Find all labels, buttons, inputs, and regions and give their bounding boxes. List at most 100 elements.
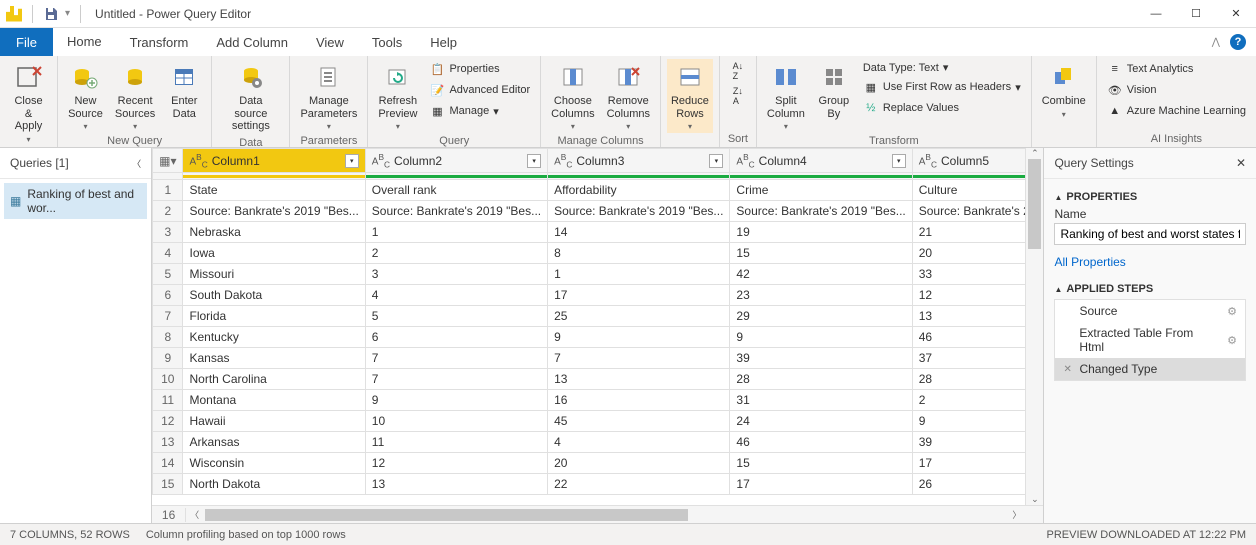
column-header[interactable]: ABCColumn5 bbox=[912, 149, 1043, 173]
table-cell[interactable]: 7 bbox=[548, 348, 730, 369]
step-gear-icon[interactable]: ⚙ bbox=[1227, 334, 1237, 347]
table-cell[interactable]: 13 bbox=[365, 474, 547, 495]
table-row[interactable]: 13Arkansas1144639 bbox=[153, 432, 1043, 453]
table-cell[interactable]: Culture bbox=[912, 180, 1043, 201]
step-delete-icon[interactable]: ✕ bbox=[1063, 364, 1073, 375]
table-cell[interactable]: 17 bbox=[548, 285, 730, 306]
table-cell[interactable]: South Dakota bbox=[183, 285, 365, 306]
table-cell[interactable]: 9 bbox=[730, 327, 912, 348]
replace-values-button[interactable]: ½Replace Values bbox=[859, 98, 1025, 118]
table-cell[interactable]: 39 bbox=[730, 348, 912, 369]
table-cell[interactable]: 14 bbox=[548, 222, 730, 243]
properties-button[interactable]: 📋Properties bbox=[425, 59, 534, 79]
data-type-button[interactable]: Data Type: Text ▾ bbox=[859, 59, 1025, 76]
table-row[interactable]: 11Montana916312 bbox=[153, 390, 1043, 411]
manage-button[interactable]: ▦Manage ▾ bbox=[425, 101, 534, 121]
table-row[interactable]: 15North Dakota13221726 bbox=[153, 474, 1043, 495]
manage-parameters-button[interactable]: Manage Parameters▾ bbox=[296, 59, 361, 133]
table-cell[interactable]: 46 bbox=[730, 432, 912, 453]
sort-desc-button[interactable]: Z↓A bbox=[726, 84, 750, 108]
table-cell[interactable]: 7 bbox=[365, 369, 547, 390]
table-cell[interactable]: 29 bbox=[730, 306, 912, 327]
table-cell[interactable]: 23 bbox=[730, 285, 912, 306]
table-cell[interactable]: 15 bbox=[730, 453, 912, 474]
table-row[interactable]: 3Nebraska1141921 bbox=[153, 222, 1043, 243]
table-cell[interactable]: Kansas bbox=[183, 348, 365, 369]
table-cell[interactable]: 16 bbox=[548, 390, 730, 411]
table-cell[interactable]: 22 bbox=[548, 474, 730, 495]
table-cell[interactable]: 9 bbox=[548, 327, 730, 348]
table-cell[interactable]: Crime bbox=[730, 180, 912, 201]
table-cell[interactable]: 33 bbox=[912, 264, 1043, 285]
table-cell[interactable]: 1 bbox=[548, 264, 730, 285]
table-cell[interactable]: Affordability bbox=[548, 180, 730, 201]
help-button[interactable]: ? bbox=[1230, 34, 1246, 50]
table-cell[interactable]: Overall rank bbox=[365, 180, 547, 201]
table-cell[interactable]: 6 bbox=[365, 327, 547, 348]
settings-close-icon[interactable]: ✕ bbox=[1236, 156, 1246, 170]
step-gear-icon[interactable]: ⚙ bbox=[1227, 305, 1237, 318]
table-row[interactable]: 6South Dakota4172312 bbox=[153, 285, 1043, 306]
column-header[interactable]: ABCColumn4▾ bbox=[730, 149, 912, 173]
first-row-headers-button[interactable]: ▦Use First Row as Headers ▾ bbox=[859, 77, 1025, 97]
table-cell[interactable]: Source: Bankrate's 2019 "Bes... bbox=[365, 201, 547, 222]
text-analytics-button[interactable]: ≡Text Analytics bbox=[1103, 59, 1250, 79]
table-cell[interactable]: 19 bbox=[730, 222, 912, 243]
table-cell[interactable]: 24 bbox=[730, 411, 912, 432]
table-cell[interactable]: 9 bbox=[912, 411, 1043, 432]
filter-button[interactable]: ▾ bbox=[892, 154, 906, 168]
table-cell[interactable]: 10 bbox=[365, 411, 547, 432]
split-column-button[interactable]: Split Column▾ bbox=[763, 59, 809, 133]
table-row[interactable]: 8Kentucky69946 bbox=[153, 327, 1043, 348]
reduce-rows-button[interactable]: Reduce Rows▾ bbox=[667, 59, 713, 133]
table-row[interactable]: 5Missouri314233 bbox=[153, 264, 1043, 285]
table-cell[interactable]: 13 bbox=[912, 306, 1043, 327]
table-cell[interactable]: 28 bbox=[912, 369, 1043, 390]
table-cell[interactable]: 15 bbox=[730, 243, 912, 264]
table-cell[interactable]: Hawaii bbox=[183, 411, 365, 432]
query-item[interactable]: ▦ Ranking of best and wor... bbox=[4, 183, 147, 219]
queries-collapse-icon[interactable]: 〈 bbox=[132, 157, 141, 170]
table-cell[interactable]: 21 bbox=[912, 222, 1043, 243]
table-cell[interactable]: 5 bbox=[365, 306, 547, 327]
table-cell[interactable]: 3 bbox=[365, 264, 547, 285]
ribbon-collapse-icon[interactable]: ⋀ bbox=[1212, 37, 1220, 48]
remove-columns-button[interactable]: Remove Columns▾ bbox=[603, 59, 654, 133]
filter-button[interactable]: ▾ bbox=[709, 154, 723, 168]
tab-file[interactable]: File bbox=[0, 28, 53, 56]
table-cell[interactable]: State bbox=[183, 180, 365, 201]
tab-transform[interactable]: Transform bbox=[116, 28, 203, 56]
refresh-preview-button[interactable]: Refresh Preview▾ bbox=[374, 59, 421, 133]
filter-button[interactable]: ▾ bbox=[527, 154, 541, 168]
table-row[interactable]: 1StateOverall rankAffordabilityCrimeCult… bbox=[153, 180, 1043, 201]
data-source-settings-button[interactable]: Data source settings bbox=[218, 59, 283, 135]
table-cell[interactable]: 37 bbox=[912, 348, 1043, 369]
window-maximize-button[interactable]: ☐ bbox=[1176, 0, 1216, 28]
column-header[interactable]: ABCColumn1▾ bbox=[183, 149, 365, 173]
choose-columns-button[interactable]: Choose Columns▾ bbox=[547, 59, 598, 133]
table-cell[interactable]: 17 bbox=[912, 453, 1043, 474]
vertical-scrollbar[interactable]: ⌃ ⌄ bbox=[1025, 148, 1043, 505]
window-minimize-button[interactable]: — bbox=[1136, 0, 1176, 28]
table-row[interactable]: 9Kansas773937 bbox=[153, 348, 1043, 369]
applied-step[interactable]: Extracted Table From Html⚙ bbox=[1055, 322, 1245, 358]
quick-save-button[interactable] bbox=[43, 6, 59, 22]
applied-step[interactable]: ✕Changed Type bbox=[1055, 358, 1245, 380]
table-cell[interactable]: North Carolina bbox=[183, 369, 365, 390]
table-cell[interactable]: Source: Bankrate's 2019 "Bes... bbox=[730, 201, 912, 222]
table-cell[interactable]: 17 bbox=[730, 474, 912, 495]
column-header[interactable]: ABCColumn2▾ bbox=[365, 149, 547, 173]
table-cell[interactable]: Source: Bankrate's 2019 "Bes... bbox=[183, 201, 365, 222]
table-row[interactable]: 14Wisconsin12201517 bbox=[153, 453, 1043, 474]
tab-tools[interactable]: Tools bbox=[358, 28, 416, 56]
table-cell[interactable]: 4 bbox=[548, 432, 730, 453]
table-cell[interactable]: 2 bbox=[365, 243, 547, 264]
window-close-button[interactable]: ✕ bbox=[1216, 0, 1256, 28]
table-cell[interactable]: 12 bbox=[912, 285, 1043, 306]
horizontal-scrollbar[interactable]: 16 〈 〉 bbox=[152, 505, 1043, 523]
table-cell[interactable]: 28 bbox=[730, 369, 912, 390]
tab-home[interactable]: Home bbox=[53, 28, 116, 56]
table-row[interactable]: 4Iowa281520 bbox=[153, 243, 1043, 264]
table-cell[interactable]: 4 bbox=[365, 285, 547, 306]
table-cell[interactable]: 12 bbox=[365, 453, 547, 474]
